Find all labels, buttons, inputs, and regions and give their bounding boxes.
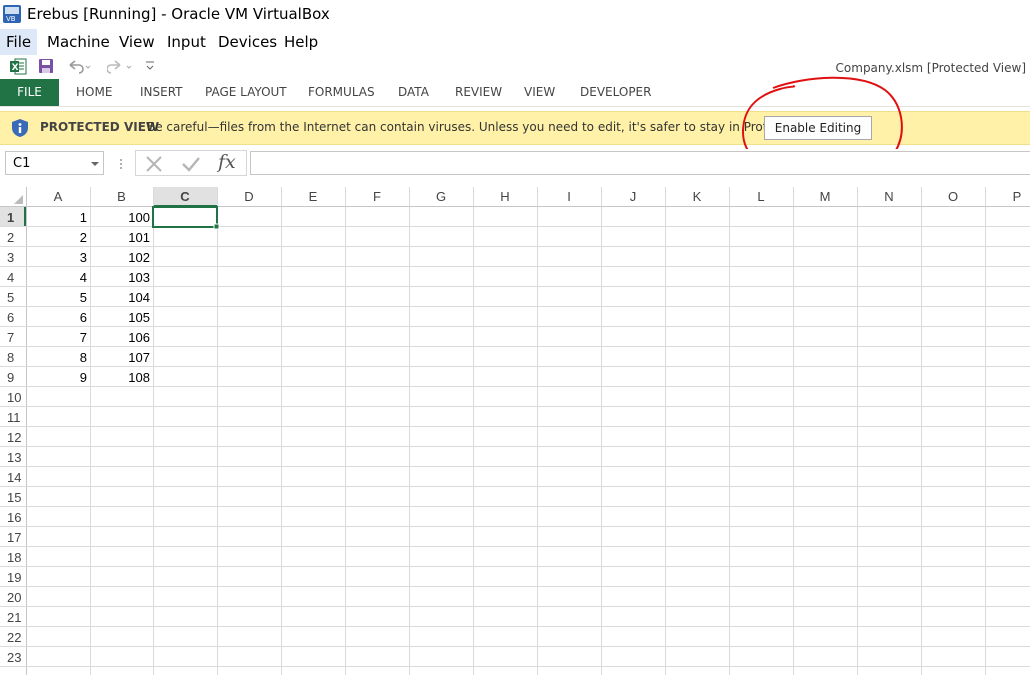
row-header-13[interactable]: 13: [7, 450, 21, 465]
customize-qat-icon[interactable]: [145, 60, 155, 72]
row-header-11[interactable]: 11: [7, 410, 21, 425]
row-header-10[interactable]: 10: [7, 390, 21, 405]
cell-a5[interactable]: 5: [80, 290, 87, 305]
svg-text:VB: VB: [6, 15, 16, 23]
cell-b9[interactable]: 108: [128, 370, 150, 385]
name-box-dropdown-icon[interactable]: [90, 160, 100, 168]
enter-icon[interactable]: [181, 155, 201, 173]
row-header-15[interactable]: 15: [7, 490, 21, 505]
worksheet-grid[interactable]: A B C D E F G H I J K L M N O P 1 2 3 4 5 6 7 8 9 10 11 12 13 14 15 16 1…: [0, 187, 1030, 675]
svg-text:X: X: [12, 63, 19, 73]
cell-b4[interactable]: 103: [128, 270, 150, 285]
menu-view[interactable]: View: [113, 29, 161, 55]
cell-b8[interactable]: 107: [128, 350, 150, 365]
row-header-5[interactable]: 5: [7, 290, 14, 305]
selected-cell-outline[interactable]: [152, 206, 218, 228]
cell-a9[interactable]: 9: [80, 370, 87, 385]
row-header-3[interactable]: 3: [7, 250, 14, 265]
column-header-i[interactable]: I: [567, 189, 571, 204]
column-header-m[interactable]: M: [820, 189, 831, 204]
cell-a2[interactable]: 2: [80, 230, 87, 245]
cell-b2[interactable]: 101: [128, 230, 150, 245]
row-header-17[interactable]: 17: [7, 530, 21, 545]
row-header-18[interactable]: 18: [7, 550, 21, 565]
undo-icon[interactable]: [67, 58, 91, 74]
protected-view-message: Be careful—files from the Internet can c…: [147, 120, 837, 134]
cell-a8[interactable]: 8: [80, 350, 87, 365]
column-header-c[interactable]: C: [180, 189, 190, 204]
cell-a4[interactable]: 4: [80, 270, 87, 285]
column-header-e[interactable]: E: [309, 189, 318, 204]
column-header-d[interactable]: D: [244, 189, 253, 204]
column-header-b[interactable]: B: [117, 189, 126, 204]
row-header-19[interactable]: 19: [7, 570, 21, 585]
tab-page-layout[interactable]: PAGE LAYOUT: [205, 79, 287, 106]
row-header-12[interactable]: 12: [7, 430, 21, 445]
excel-logo-icon: X: [10, 58, 27, 75]
formula-bar: C1 𝑓x: [0, 149, 1030, 179]
window-title-bar: VB Erebus [Running] - Oracle VM VirtualB…: [0, 0, 1030, 29]
protected-view-title: PROTECTED VIEW: [40, 120, 160, 134]
cell-b7[interactable]: 106: [128, 330, 150, 345]
column-header-l[interactable]: L: [757, 189, 764, 204]
tab-data[interactable]: DATA: [398, 79, 429, 106]
tab-review[interactable]: REVIEW: [455, 79, 502, 106]
row-header-20[interactable]: 20: [7, 590, 21, 605]
formula-input[interactable]: [250, 151, 1030, 175]
row-header-22[interactable]: 22: [7, 630, 21, 645]
row-header-8[interactable]: 8: [7, 350, 14, 365]
menu-machine[interactable]: Machine: [41, 29, 116, 55]
column-header-a[interactable]: A: [54, 189, 63, 204]
vm-menubar: File Machine View Input Devices Help: [0, 29, 1030, 55]
cell-a3[interactable]: 3: [80, 250, 87, 265]
formula-bar-grip-icon: [120, 159, 122, 169]
tab-formulas[interactable]: FORMULAS: [308, 79, 375, 106]
row-header-4[interactable]: 4: [7, 270, 14, 285]
cell-a1[interactable]: 1: [80, 210, 87, 225]
menu-file[interactable]: File: [0, 29, 38, 55]
cell-b6[interactable]: 105: [128, 310, 150, 325]
cell-b3[interactable]: 102: [128, 250, 150, 265]
column-header-f[interactable]: F: [373, 189, 381, 204]
column-header-p[interactable]: P: [1013, 189, 1022, 204]
tab-developer[interactable]: DEVELOPER: [580, 79, 651, 106]
save-icon[interactable]: [38, 58, 54, 74]
cell-b1[interactable]: 100: [128, 210, 150, 225]
row-header-7[interactable]: 7: [7, 330, 14, 345]
row-header-21[interactable]: 21: [7, 610, 21, 625]
virtualbox-icon: VB: [3, 5, 21, 23]
column-header-h[interactable]: H: [500, 189, 509, 204]
column-header-k[interactable]: K: [693, 189, 702, 204]
menu-input[interactable]: Input: [161, 29, 212, 55]
row-header-16[interactable]: 16: [7, 510, 21, 525]
redo-icon[interactable]: [107, 58, 133, 74]
menu-devices[interactable]: Devices: [212, 29, 283, 55]
row-header-14[interactable]: 14: [7, 470, 21, 485]
column-header-g[interactable]: G: [436, 189, 446, 204]
column-header-j[interactable]: J: [630, 189, 637, 204]
tab-file[interactable]: FILE: [0, 79, 59, 106]
tab-home[interactable]: HOME: [76, 79, 112, 106]
worksheet-canvas[interactable]: A B C D E F G H I J K L M N O P123456789101112131415161…: [0, 187, 1030, 675]
row-header-6[interactable]: 6: [7, 310, 14, 325]
row-header-1[interactable]: 1: [7, 210, 14, 225]
column-header-o[interactable]: O: [948, 189, 958, 204]
row-header-2[interactable]: 2: [7, 230, 14, 245]
menu-help[interactable]: Help: [278, 29, 324, 55]
cell-a7[interactable]: 7: [80, 330, 87, 345]
cell-a6[interactable]: 6: [80, 310, 87, 325]
column-header-n[interactable]: N: [884, 189, 893, 204]
tab-insert[interactable]: INSERT: [140, 79, 183, 106]
fill-handle[interactable]: [213, 223, 220, 230]
tab-view[interactable]: VIEW: [524, 79, 555, 106]
insert-function-icon[interactable]: 𝑓x: [218, 151, 236, 173]
row-header-23[interactable]: 23: [7, 650, 21, 665]
shield-info-icon: [12, 119, 28, 137]
row-header-9[interactable]: 9: [7, 370, 14, 385]
cancel-icon[interactable]: [145, 155, 163, 173]
window-title: Erebus [Running] - Oracle VM VirtualBox: [27, 5, 330, 23]
cell-b5[interactable]: 104: [128, 290, 150, 305]
